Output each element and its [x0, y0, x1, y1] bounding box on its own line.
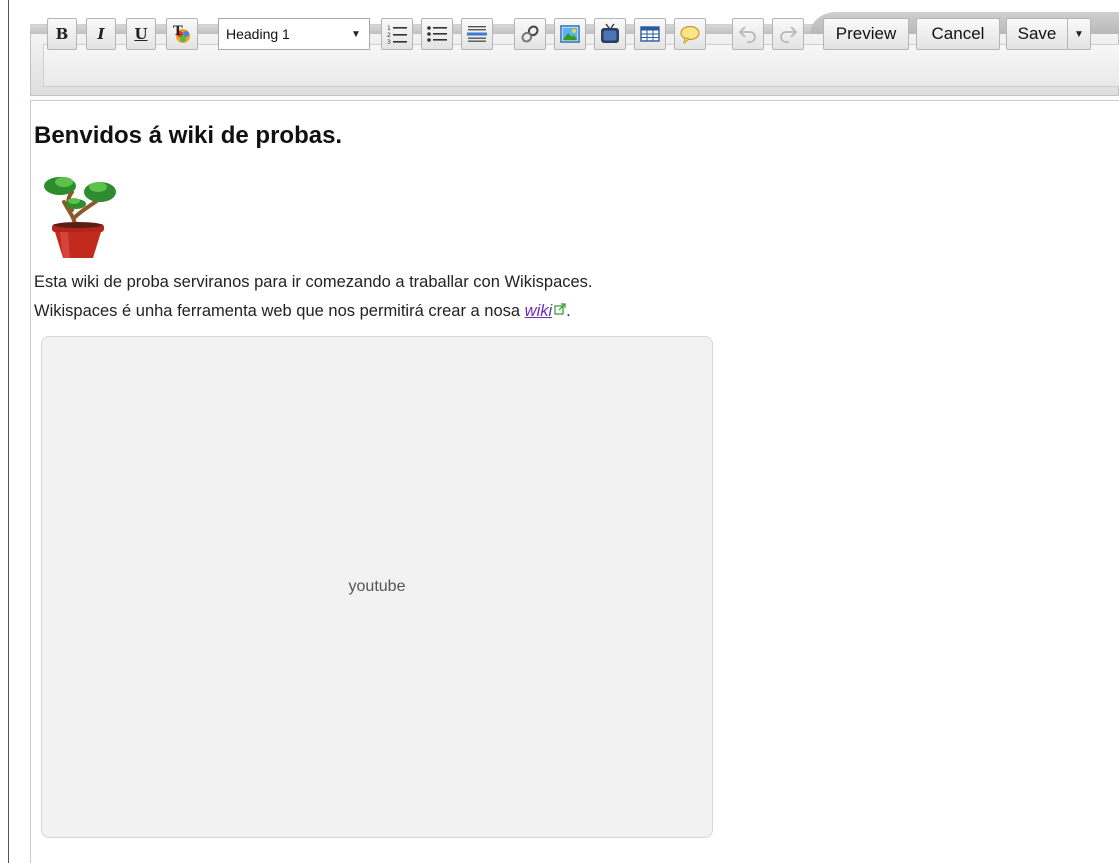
save-button[interactable]: Save	[1006, 18, 1068, 50]
bulleted-list-button[interactable]	[421, 18, 453, 50]
bonsai-plant-image[interactable]	[38, 166, 124, 260]
editor-content-border	[30, 100, 1119, 101]
link-icon	[521, 25, 539, 43]
bold-button[interactable]: B	[47, 18, 77, 50]
numbered-list-button[interactable]: 1 2 3	[381, 18, 413, 50]
editor-content-left-border	[30, 100, 31, 863]
chevron-down-icon: ▼	[351, 28, 361, 40]
external-link-icon	[554, 303, 566, 315]
cancel-button[interactable]: Cancel	[916, 18, 1000, 50]
undo-button[interactable]	[732, 18, 764, 50]
description-period: .	[566, 302, 571, 320]
wiki-link[interactable]: wiki	[525, 302, 553, 320]
text-color-button[interactable]: T	[166, 18, 198, 50]
paragraph-style-value: Heading 1	[226, 26, 290, 42]
youtube-embed-placeholder[interactable]: youtube	[41, 336, 713, 838]
svg-text:1: 1	[387, 25, 391, 32]
table-icon	[640, 26, 660, 42]
paragraph-style-select[interactable]: Heading 1 ▼	[218, 18, 370, 50]
svg-text:T: T	[173, 24, 183, 39]
horizontal-rule-icon	[467, 26, 487, 42]
numbered-list-icon: 1 2 3	[387, 25, 407, 45]
text-color-icon: T	[173, 24, 190, 43]
description-text: Wikispaces é unha ferramenta web que nos…	[34, 302, 525, 320]
horizontal-rule-button[interactable]	[461, 18, 493, 50]
undo-icon	[738, 26, 756, 43]
link-button[interactable]	[514, 18, 546, 50]
comment-button[interactable]	[674, 18, 706, 50]
window-left-border	[8, 0, 9, 863]
table-button[interactable]	[634, 18, 666, 50]
chevron-down-icon: ▼	[1074, 28, 1084, 40]
image-icon	[560, 25, 580, 43]
comment-icon	[680, 25, 700, 45]
page-heading[interactable]: Benvidos á wiki de probas.	[34, 122, 342, 150]
intro-paragraph[interactable]: Esta wiki de proba serviranos para ir co…	[34, 273, 593, 292]
bulleted-list-icon	[427, 26, 447, 42]
image-button[interactable]	[554, 18, 586, 50]
youtube-embed-label: youtube	[348, 578, 406, 595]
svg-text:3: 3	[387, 39, 391, 45]
svg-text:2: 2	[387, 32, 391, 39]
save-options-dropdown[interactable]: ▼	[1067, 18, 1091, 50]
preview-button[interactable]: Preview	[823, 18, 909, 50]
underline-button[interactable]: U	[126, 18, 156, 50]
italic-button[interactable]: I	[86, 18, 116, 50]
tv-icon	[601, 23, 619, 43]
description-paragraph[interactable]: Wikispaces é unha ferramenta web que nos…	[34, 302, 571, 321]
redo-button[interactable]	[772, 18, 804, 50]
widget-button[interactable]	[594, 18, 626, 50]
redo-icon	[780, 26, 798, 43]
